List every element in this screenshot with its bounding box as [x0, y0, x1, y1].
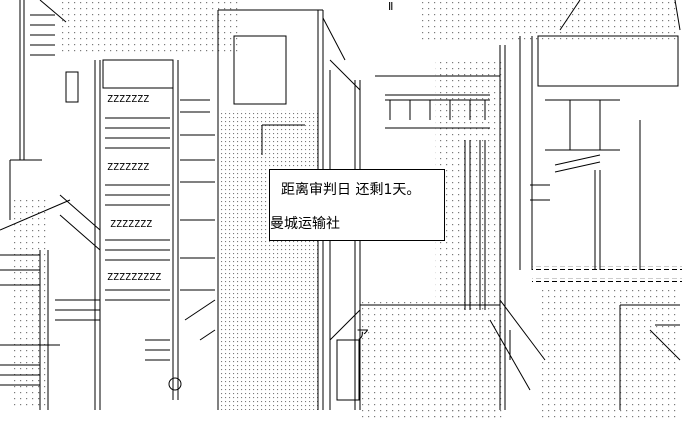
capsule-glyph: Ⅱ — [388, 0, 394, 13]
tower-wall-dots — [218, 110, 318, 410]
z-sign-row: ZZZZZZZ — [107, 94, 150, 105]
right-ground-dots — [540, 290, 680, 420]
rail-lower — [532, 278, 682, 282]
caption-line-1: 距离审判日 还剩1天。 — [281, 182, 421, 198]
ascii-art-scene: ZZZZZZZ ZZZZZZZ ZZZZZZZ ZZZZZZZZZ ア Ⅱ 距离… — [0, 0, 682, 432]
caption-line-2: 曼城运输社 — [270, 216, 340, 232]
shop-column — [55, 59, 216, 410]
sky-dots-right — [420, 0, 680, 40]
z-sign-row: ZZZZZZZZZ — [107, 272, 162, 283]
katakana-sign: ア — [356, 328, 370, 343]
rail-upper — [532, 266, 682, 270]
caption-box: 距离审判日 还剩1天。 曼城运输社 — [269, 169, 445, 241]
sky-dots-left — [60, 0, 240, 55]
z-sign-row: ZZZZZZZ — [107, 162, 150, 173]
ground-dots — [360, 300, 500, 420]
z-sign-row: ZZZZZZZ — [110, 219, 153, 230]
left-wall-dots — [10, 200, 50, 410]
